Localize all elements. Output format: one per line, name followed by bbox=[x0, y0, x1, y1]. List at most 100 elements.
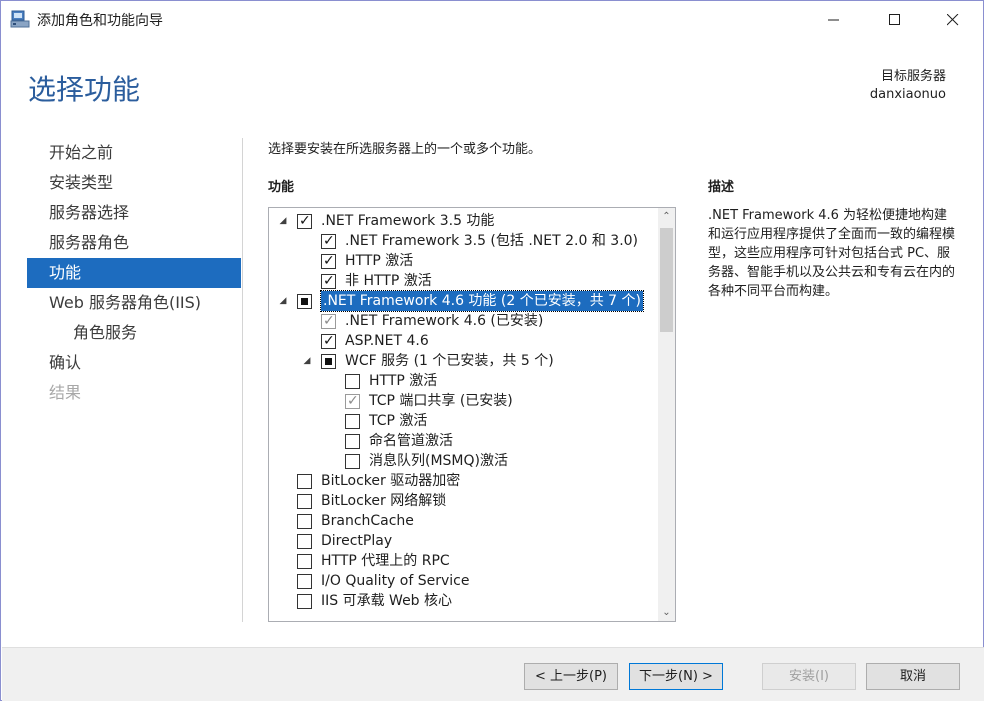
feature-row[interactable]: ASP.NET 4.6 bbox=[269, 331, 649, 351]
feature-row[interactable]: IIS 可承载 Web 核心 bbox=[269, 591, 649, 611]
feature-label: WCF 服务 (1 个已安装，共 5 个) bbox=[345, 353, 554, 369]
maximize-button[interactable] bbox=[872, 1, 918, 38]
minimize-icon bbox=[828, 19, 839, 20]
feature-checkbox[interactable] bbox=[297, 574, 312, 589]
feature-label: 非 HTTP 激活 bbox=[345, 273, 432, 289]
feature-row[interactable]: .NET Framework 4.6 (已安装) bbox=[269, 311, 649, 331]
features-heading: 功能 bbox=[268, 180, 295, 195]
expand-arrow-icon[interactable]: ◢ bbox=[277, 291, 289, 311]
feature-label: DirectPlay bbox=[321, 533, 393, 549]
destination-label: 目标服务器 bbox=[880, 69, 946, 84]
feature-label: 命名管道激活 bbox=[369, 433, 453, 449]
feature-label: .NET Framework 4.6 功能 (2 个已安装，共 7 个) bbox=[320, 290, 644, 312]
feature-checkbox[interactable] bbox=[321, 354, 336, 369]
feature-row[interactable]: 非 HTTP 激活 bbox=[269, 271, 649, 291]
feature-checkbox[interactable] bbox=[297, 474, 312, 489]
nav-item[interactable]: 安装类型 bbox=[27, 168, 241, 198]
cancel-button[interactable]: 取消 bbox=[866, 663, 960, 690]
nav-item[interactable]: 服务器角色 bbox=[27, 228, 241, 258]
intro-text: 选择要安装在所选服务器上的一个或多个功能。 bbox=[268, 142, 542, 157]
feature-checkbox[interactable] bbox=[321, 251, 336, 271]
nav-item[interactable]: 角色服务 bbox=[27, 318, 241, 348]
feature-row[interactable]: BitLocker 驱动器加密 bbox=[269, 471, 649, 491]
feature-checkbox[interactable] bbox=[345, 374, 360, 389]
feature-label: BitLocker 驱动器加密 bbox=[321, 473, 461, 489]
feature-checkbox[interactable] bbox=[297, 554, 312, 569]
feature-label: .NET Framework 3.5 (包括 .NET 2.0 和 3.0) bbox=[345, 233, 639, 249]
feature-label: TCP 端口共享 (已安装) bbox=[369, 393, 513, 409]
destination-server-name: danxiaonuo bbox=[869, 87, 946, 102]
features-tree[interactable]: IIS 可承载 Web 核心 I/O Quality of Service HTTP… bbox=[268, 207, 676, 622]
feature-row[interactable]: BranchCache bbox=[269, 511, 649, 531]
feature-row[interactable]: HTTP 代理上的 RPC bbox=[269, 551, 649, 571]
feature-checkbox[interactable] bbox=[345, 434, 360, 449]
nav-item[interactable]: 功能 bbox=[27, 258, 241, 288]
install-button[interactable]: 安装(I) bbox=[762, 663, 856, 690]
feature-label: IIS 可承载 Web 核心 bbox=[321, 593, 453, 609]
feature-row[interactable]: HTTP 激活 bbox=[269, 371, 649, 391]
feature-checkbox[interactable] bbox=[345, 454, 360, 469]
feature-checkbox[interactable] bbox=[297, 294, 312, 309]
window-title: 添加角色和功能向导 bbox=[37, 13, 163, 29]
description-text: .NET Framework 4.6 为轻松便捷地构建和运行应用程序提供了全面而… bbox=[708, 208, 956, 299]
feature-checkbox[interactable] bbox=[297, 534, 312, 549]
feature-checkbox[interactable] bbox=[297, 494, 312, 509]
feature-checkbox[interactable] bbox=[297, 514, 312, 529]
feature-checkbox[interactable] bbox=[321, 231, 336, 251]
title-bar[interactable]: 添加角色和功能向导 bbox=[1, 1, 983, 38]
feature-checkbox[interactable] bbox=[321, 271, 336, 291]
feature-label: TCP 激活 bbox=[369, 413, 428, 429]
next-button[interactable]: 下一步(N) > bbox=[629, 663, 723, 690]
minimize-button[interactable] bbox=[811, 1, 857, 38]
close-button[interactable] bbox=[930, 1, 976, 38]
feature-row[interactable]: TCP 激活 bbox=[269, 411, 649, 431]
feature-label: BitLocker 网络解锁 bbox=[321, 493, 447, 509]
scroll-up-button[interactable]: ⌃ bbox=[658, 208, 675, 225]
page-title: 选择功能 bbox=[28, 73, 141, 106]
tree-scrollbar[interactable]: ⌃ ⌄ bbox=[658, 208, 675, 621]
close-icon bbox=[947, 13, 959, 25]
wizard-footer: < 上一步(P) 下一步(N) > 安装(I) 取消 bbox=[2, 647, 984, 701]
feature-label: BranchCache bbox=[321, 513, 414, 529]
feature-row[interactable]: 命名管道激活 bbox=[269, 431, 649, 451]
feature-checkbox[interactable] bbox=[345, 391, 360, 411]
feature-checkbox[interactable] bbox=[321, 331, 336, 351]
scroll-down-button[interactable]: ⌄ bbox=[658, 604, 675, 621]
feature-row[interactable]: HTTP 激活 bbox=[269, 251, 649, 271]
feature-label: HTTP 激活 bbox=[345, 253, 414, 269]
feature-row[interactable]: TCP 端口共享 (已安装) bbox=[269, 391, 649, 411]
feature-checkbox[interactable] bbox=[297, 211, 312, 231]
chevron-down-icon: ⌄ bbox=[662, 607, 671, 618]
previous-button[interactable]: < 上一步(P) bbox=[524, 663, 618, 690]
feature-row[interactable]: .NET Framework 3.5 (包括 .NET 2.0 和 3.0) bbox=[269, 231, 649, 251]
expand-arrow-icon[interactable]: ◢ bbox=[301, 351, 313, 371]
feature-row[interactable]: ◢ WCF 服务 (1 个已安装，共 5 个) bbox=[269, 351, 649, 371]
feature-label: ASP.NET 4.6 bbox=[345, 333, 429, 349]
wizard-nav: 开始之前 安装类型 服务器选择 服务器角色 功能 Web 服务器角色(IIS) 角色服务 确认… bbox=[27, 138, 241, 408]
feature-row[interactable]: ◢ .NET Framework 4.6 功能 (2 个已安装，共 7 个) bbox=[269, 290, 649, 312]
description-heading: 描述 bbox=[708, 180, 735, 195]
chevron-up-icon: ⌃ bbox=[662, 211, 671, 222]
feature-label: HTTP 激活 bbox=[369, 373, 438, 389]
feature-label: 消息队列(MSMQ)激活 bbox=[369, 453, 508, 469]
feature-checkbox[interactable] bbox=[297, 594, 312, 609]
destination-server: 目标服务器 danxiaonuo bbox=[870, 68, 946, 104]
nav-divider bbox=[242, 138, 243, 622]
nav-item[interactable]: Web 服务器角色(IIS) bbox=[27, 288, 241, 318]
feature-checkbox[interactable] bbox=[321, 311, 336, 331]
feature-checkbox[interactable] bbox=[345, 414, 360, 429]
nav-item[interactable]: 服务器选择 bbox=[27, 198, 241, 228]
scroll-thumb[interactable] bbox=[660, 228, 673, 332]
feature-label: .NET Framework 4.6 (已安装) bbox=[345, 313, 544, 329]
expand-arrow-icon[interactable]: ◢ bbox=[277, 211, 289, 231]
feature-row[interactable]: BitLocker 网络解锁 bbox=[269, 491, 649, 511]
nav-item: 结果 bbox=[49, 383, 82, 402]
nav-item[interactable]: 确认 bbox=[27, 348, 241, 378]
feature-row[interactable]: ◢ .NET Framework 3.5 功能 bbox=[269, 211, 649, 231]
feature-row[interactable]: 消息队列(MSMQ)激活 bbox=[269, 451, 649, 471]
nav-item[interactable]: 开始之前 bbox=[27, 138, 241, 168]
feature-label: HTTP 代理上的 RPC bbox=[321, 553, 450, 569]
feature-row[interactable]: I/O Quality of Service bbox=[269, 571, 649, 591]
maximize-icon bbox=[889, 13, 900, 25]
feature-row[interactable]: DirectPlay bbox=[269, 531, 649, 551]
